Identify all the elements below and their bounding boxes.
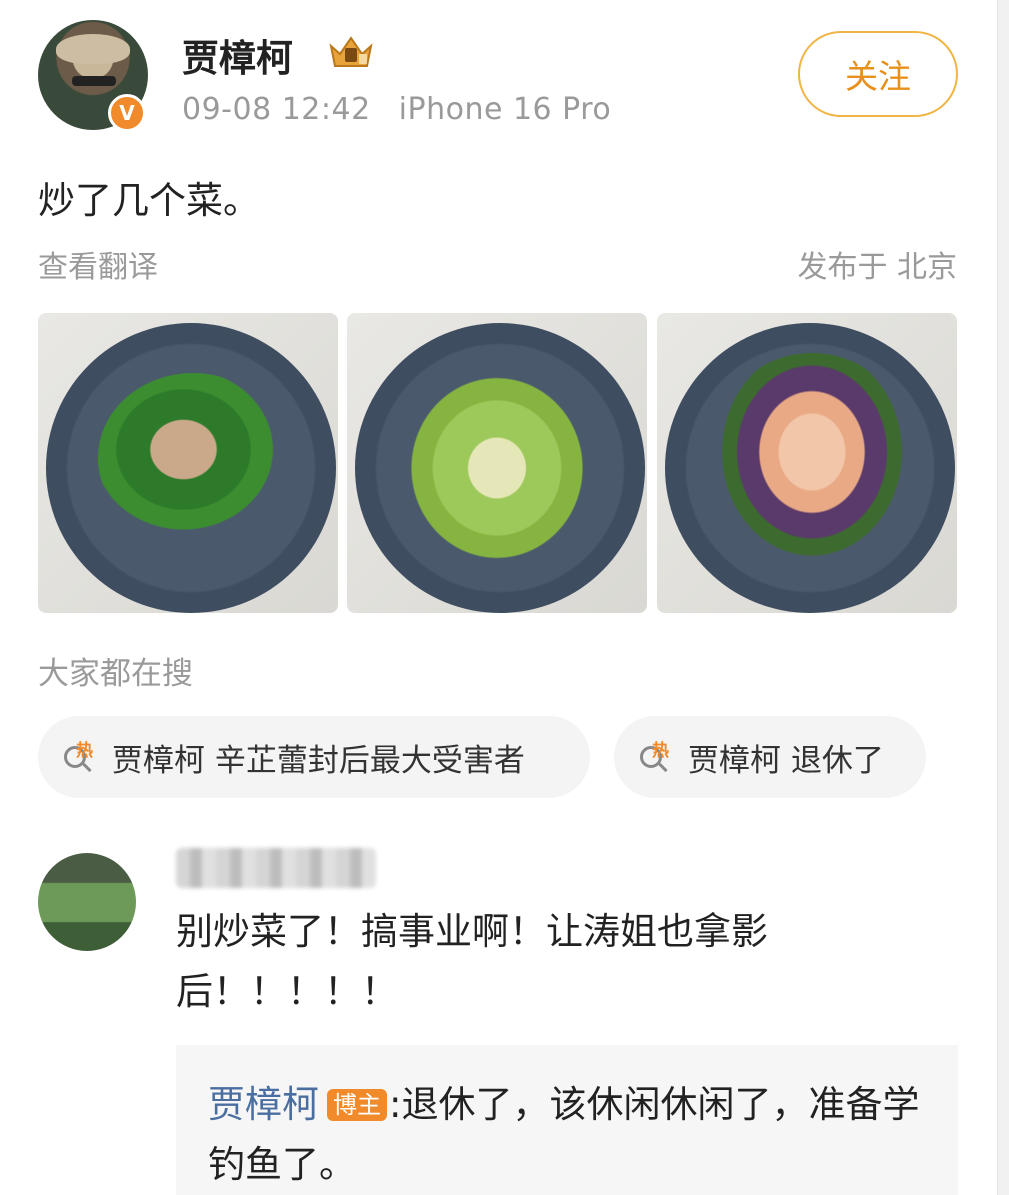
commenter-name-blurred [176, 848, 376, 888]
hot-search-icon: 热 [60, 736, 106, 778]
reply-author[interactable]: 贾樟柯 [208, 1083, 319, 1126]
translate-link[interactable]: 查看翻译 [38, 242, 158, 286]
reply-box[interactable]: 贾樟柯 博主:退休了，该休闲休闲了，准备学钓鱼了。 [176, 1045, 958, 1195]
follow-button[interactable]: 关注 [798, 31, 958, 117]
comment-text: 别炒菜了！搞事业啊！让涛姐也拿影后！！！！！ [176, 910, 768, 1013]
author-name[interactable]: 贾樟柯 [182, 28, 293, 82]
post-meta: 09-08 12:42 iPhone 16 Pro [182, 92, 611, 127]
post-time: 09-08 12:42 [182, 92, 371, 127]
post-location: 发布于 北京 [797, 250, 957, 285]
post-device: iPhone 16 Pro [398, 92, 612, 127]
hot-search-chip[interactable]: 热 贾樟柯 辛芷蕾封后最大受害者 [38, 716, 590, 798]
post-image-3[interactable] [657, 313, 957, 613]
hot-search-title: 大家都在搜 [38, 656, 193, 692]
verified-icon: V [108, 94, 146, 132]
weibo-post-card: V 贾樟柯 09-08 12:42 iPhone 16 Pro 关注 炒了几个菜。… [0, 0, 998, 1195]
post-image-1[interactable] [38, 313, 338, 613]
commenter-avatar[interactable] [38, 853, 136, 951]
crown-badge-icon [329, 36, 373, 67]
hot-search-chip[interactable]: 热 贾樟柯 退休了 [614, 716, 926, 798]
post-content: 炒了几个菜。 [38, 179, 260, 222]
blogger-badge: 博主 [327, 1089, 387, 1121]
reply: 贾樟柯 博主:退休了，该休闲休闲了，准备学钓鱼了。 [208, 1075, 938, 1195]
hot-search-text: 贾樟柯 辛芷蕾封后最大受害者 [112, 742, 525, 779]
hot-search-icon: 热 [636, 736, 682, 778]
post-image-2[interactable] [347, 313, 647, 613]
hot-search-text: 贾樟柯 退休了 [688, 742, 884, 779]
